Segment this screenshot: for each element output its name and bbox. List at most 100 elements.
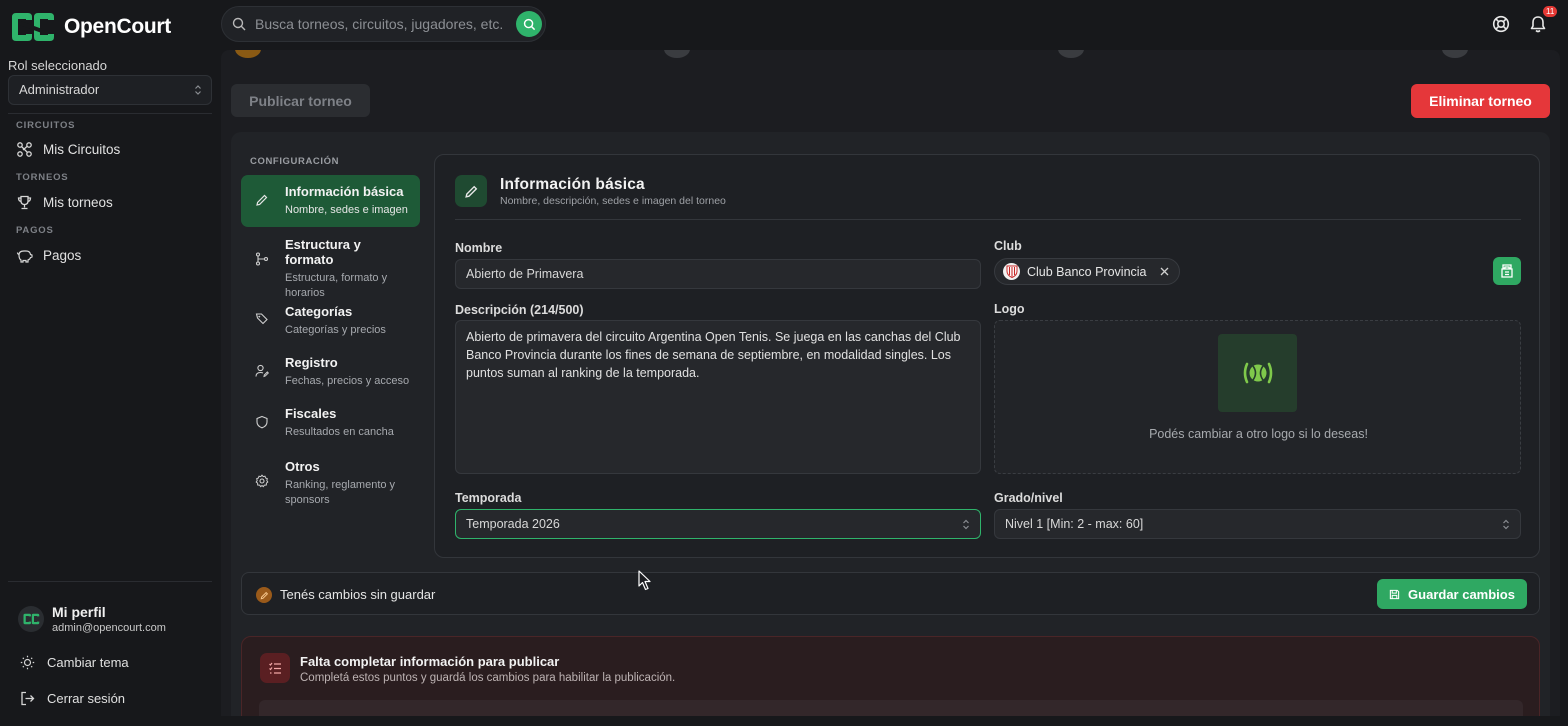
config-item-basic-info[interactable]: Información básica Nombre, sedes e image… bbox=[241, 175, 420, 227]
stepper-dot bbox=[664, 50, 690, 58]
scrollbar[interactable] bbox=[1561, 50, 1568, 726]
name-input[interactable]: Abierto de Primavera bbox=[455, 259, 981, 289]
profile-name: Mi perfil bbox=[52, 604, 106, 620]
sidebar-item-payments[interactable]: Pagos bbox=[16, 247, 81, 264]
search-input[interactable] bbox=[255, 7, 505, 41]
stepper-dot bbox=[235, 50, 261, 58]
config-item-categories[interactable]: Categorías Categorías y precios bbox=[241, 295, 420, 347]
theme-toggle-button[interactable]: Cambiar tema bbox=[20, 655, 129, 670]
delete-tournament-button[interactable]: Eliminar torneo bbox=[1411, 84, 1550, 118]
config-item-subtitle: Categorías y precios bbox=[285, 324, 386, 336]
role-select-value: Administrador bbox=[19, 82, 100, 97]
save-icon bbox=[1389, 589, 1400, 599]
config-item-others[interactable]: Otros Ranking, reglamento y sponsors bbox=[241, 450, 420, 517]
chevron-updown-icon bbox=[195, 85, 201, 95]
tournament-logo-image bbox=[1218, 334, 1297, 412]
config-item-title: Registro bbox=[285, 355, 338, 370]
edit-warning-icon bbox=[256, 587, 272, 603]
description-textarea[interactable]: Abierto de primavera del circuito Argent… bbox=[455, 320, 981, 474]
club-crest-icon bbox=[1003, 263, 1020, 280]
config-item-registration[interactable]: Registro Fechas, precios y acceso bbox=[241, 346, 420, 398]
search-bar bbox=[221, 6, 546, 42]
opencourt-logo-icon bbox=[23, 613, 40, 625]
save-button-label: Guardar cambios bbox=[1408, 586, 1515, 602]
checklist-icon bbox=[260, 653, 290, 683]
theme-label: Cambiar tema bbox=[47, 655, 129, 670]
logo-hint: Podés cambiar a otro logo si lo deseas! bbox=[1149, 427, 1368, 441]
club-select-button[interactable] bbox=[1493, 257, 1521, 285]
divider bbox=[455, 219, 1521, 220]
piggy-bank-icon bbox=[16, 250, 33, 263]
chevron-updown-icon bbox=[963, 519, 969, 530]
publish-tournament-button[interactable]: Publicar torneo bbox=[231, 84, 370, 117]
basic-info-card: Información básica Nombre, descripción, … bbox=[434, 154, 1540, 558]
divider bbox=[8, 113, 212, 114]
chevron-updown-icon bbox=[1503, 519, 1509, 530]
help-lifebuoy-icon[interactable] bbox=[1492, 15, 1510, 33]
role-label: Rol seleccionado bbox=[8, 58, 108, 73]
club-chip: Club Banco Provincia bbox=[994, 258, 1180, 285]
logout-label: Cerrar sesión bbox=[47, 691, 126, 706]
role-select[interactable]: Administrador bbox=[8, 75, 212, 105]
sidebar-item-circuits[interactable]: Mis Circuitos bbox=[16, 141, 120, 158]
stepper-dot bbox=[1442, 50, 1468, 58]
logo-dropzone[interactable]: Podés cambiar a otro logo si lo deseas! bbox=[994, 320, 1521, 474]
pencil-icon bbox=[256, 194, 268, 206]
remove-club-close-icon[interactable] bbox=[1160, 267, 1169, 276]
alert-title: Falta completar información para publica… bbox=[300, 654, 560, 669]
unsaved-text: Tenés cambios sin guardar bbox=[280, 587, 436, 602]
section-heading-payments: PAGOS bbox=[16, 225, 54, 236]
config-item-title: Fiscales bbox=[285, 406, 337, 421]
profile-email: admin@opencourt.com bbox=[52, 622, 166, 634]
season-select[interactable]: Temporada 2026 bbox=[455, 509, 981, 539]
notification-badge: 11 bbox=[1543, 6, 1558, 17]
tags-icon bbox=[255, 313, 268, 325]
club-building-icon bbox=[1501, 264, 1513, 278]
config-item-title: Estructura y formato bbox=[285, 237, 361, 267]
alert-subtitle: Completá estos puntos y guardá los cambi… bbox=[300, 672, 676, 684]
logout-button[interactable]: Cerrar sesión bbox=[20, 691, 125, 706]
card-title: Información básica bbox=[500, 176, 645, 193]
shield-icon bbox=[256, 415, 268, 429]
unsaved-changes-bar: Tenés cambios sin guardar Guardar cambio… bbox=[241, 572, 1540, 615]
config-item-subtitle: Ranking, reglamento y sponsors bbox=[285, 479, 396, 506]
main-content: Publicar torneo Eliminar torneo CONFIGUR… bbox=[221, 50, 1560, 716]
sidebar-item-label: Mis torneos bbox=[43, 195, 113, 210]
name-label: Nombre bbox=[455, 241, 503, 255]
logo-label: Logo bbox=[994, 302, 1025, 316]
config-item-subtitle: Nombre, sedes e imagen bbox=[285, 204, 408, 216]
club-label: Club bbox=[994, 239, 1022, 253]
structure-icon bbox=[255, 252, 269, 266]
club-chip-label: Club Banco Provincia bbox=[1027, 264, 1147, 279]
search-icon bbox=[232, 17, 246, 31]
notifications-bell-icon[interactable] bbox=[1528, 14, 1548, 34]
publish-requirements-alert: Falta completar información para publica… bbox=[241, 636, 1540, 716]
brand[interactable]: OpenCourt bbox=[8, 11, 171, 43]
season-label: Temporada bbox=[455, 491, 522, 505]
config-item-subtitle: Fechas, precios y acceso bbox=[285, 375, 410, 387]
config-item-title: Categorías bbox=[285, 304, 353, 319]
sidebar: Rol seleccionado Administrador CIRCUITOS… bbox=[0, 50, 220, 726]
config-item-title: Información básica bbox=[285, 184, 404, 199]
grade-select[interactable]: Nivel 1 [Min: 2 - max: 60] bbox=[994, 509, 1521, 539]
save-changes-button[interactable]: Guardar cambios bbox=[1377, 579, 1527, 609]
config-heading: CONFIGURACIÓN bbox=[250, 156, 340, 167]
grade-label: Grado/nivel bbox=[994, 491, 1063, 505]
user-edit-icon bbox=[255, 364, 269, 378]
brand-name: OpenCourt bbox=[64, 15, 171, 38]
sidebar-item-tournaments[interactable]: Mis torneos bbox=[16, 194, 113, 211]
trophy-icon bbox=[17, 195, 32, 210]
top-bar: OpenCourt 11 bbox=[0, 0, 1568, 50]
pencil-icon bbox=[464, 185, 477, 198]
search-button[interactable] bbox=[516, 11, 542, 37]
description-label: Descripción (214/500) bbox=[455, 303, 584, 317]
opencourt-logo-icon bbox=[12, 13, 54, 41]
config-item-title: Otros bbox=[285, 459, 320, 474]
mouse-cursor-icon bbox=[638, 570, 651, 591]
config-item-fiscales[interactable]: Fiscales Resultados en cancha bbox=[241, 397, 420, 449]
profile-link[interactable]: Mi perfil admin@opencourt.com bbox=[18, 604, 166, 634]
avatar bbox=[18, 606, 44, 632]
tennis-ball-icon bbox=[1243, 362, 1272, 384]
section-heading-tournaments: TORNEOS bbox=[16, 172, 69, 183]
divider bbox=[8, 581, 212, 582]
